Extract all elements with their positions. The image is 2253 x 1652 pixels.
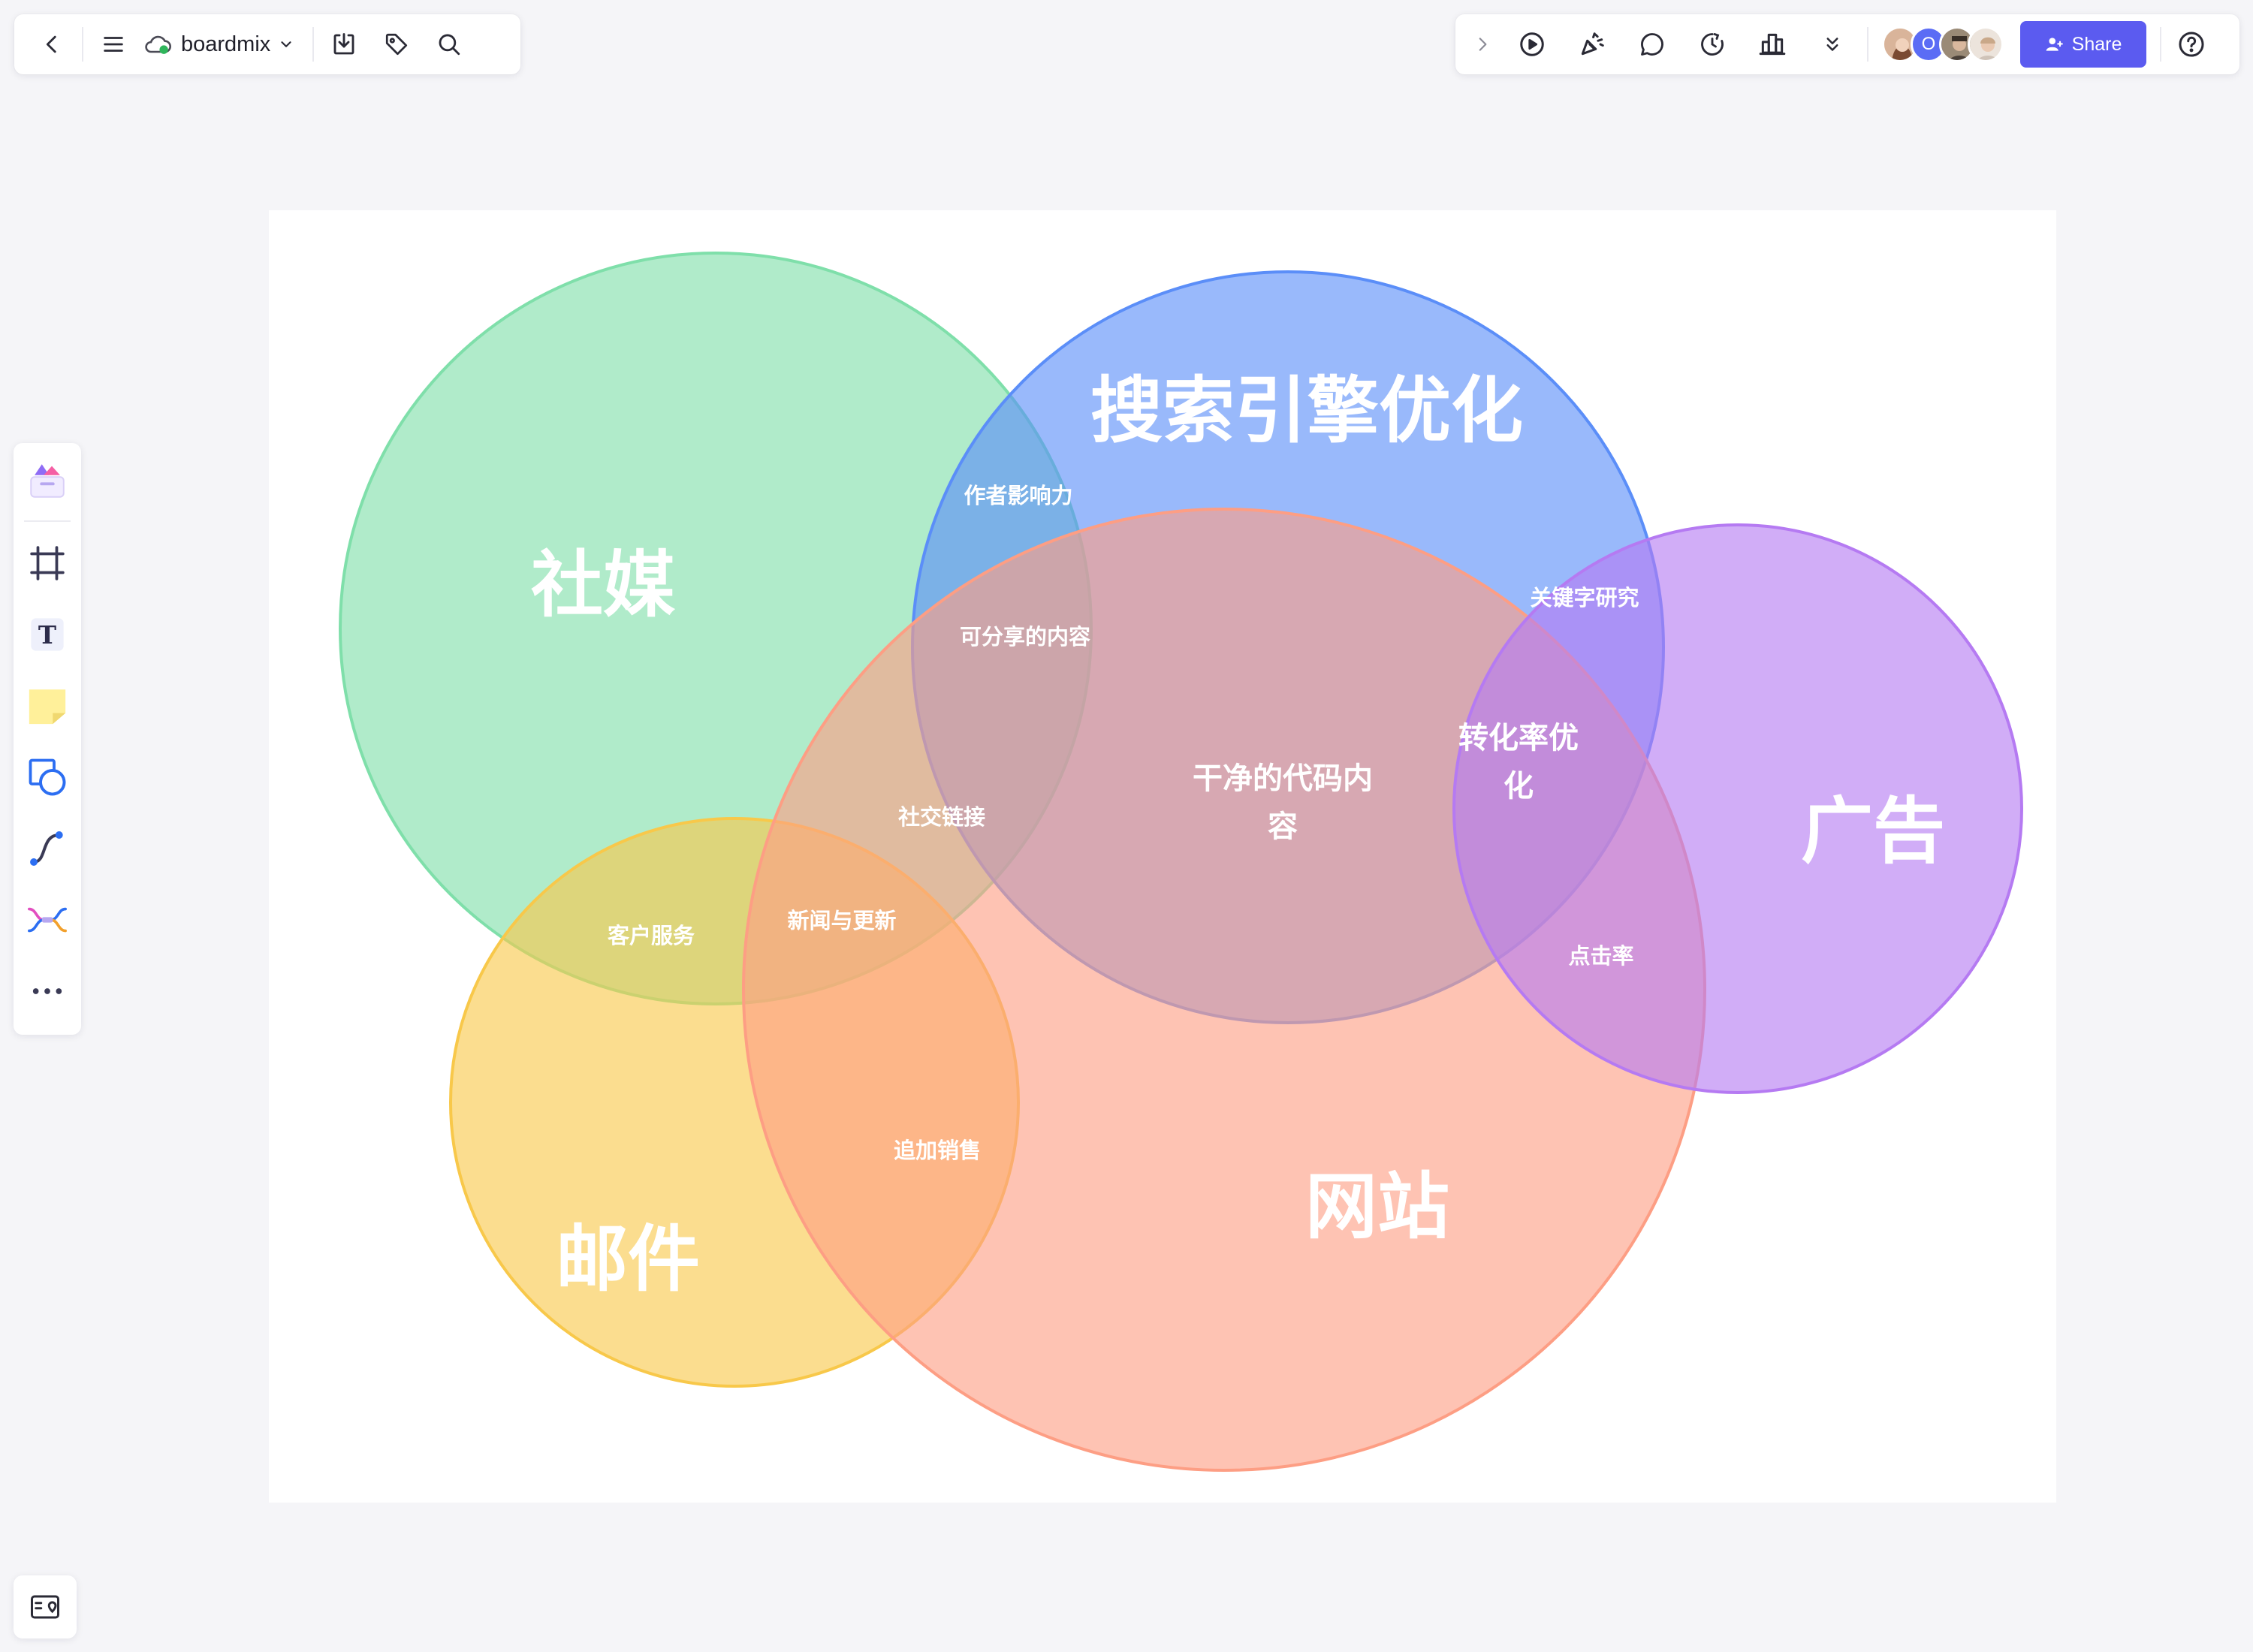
- set-label[interactable]: 社媒: [531, 543, 676, 627]
- overlap-label[interactable]: 新闻与更新: [787, 908, 896, 933]
- overlap-label[interactable]: 关键字研究: [1530, 585, 1639, 610]
- venn-diagram: 社媒搜索引擎优化广告邮件网站作者影响力关键字研究可分享的内容转化率优化干净的代码…: [339, 252, 2023, 1472]
- overlap-label[interactable]: 点击率: [1568, 943, 1633, 969]
- set-label[interactable]: 广告: [1801, 789, 1945, 873]
- overlap-label[interactable]: 社交链接: [898, 804, 985, 830]
- overlap-label[interactable]: 客户服务: [608, 923, 695, 948]
- board-canvas[interactable]: boardmix O Share T 社媒 搜索引擎优化 广告 邮件 网站 作者…: [0, 0, 2253, 1652]
- set-label[interactable]: 邮件: [556, 1217, 700, 1301]
- overlap-label[interactable]: 作者影响力: [964, 483, 1072, 508]
- overlap-label[interactable]: 追加销售: [894, 1138, 981, 1163]
- set-label[interactable]: 网站: [1305, 1165, 1449, 1249]
- overlap-label[interactable]: 可分享的内容: [960, 624, 1090, 650]
- set-label[interactable]: 搜索引擎优化: [1090, 369, 1523, 453]
